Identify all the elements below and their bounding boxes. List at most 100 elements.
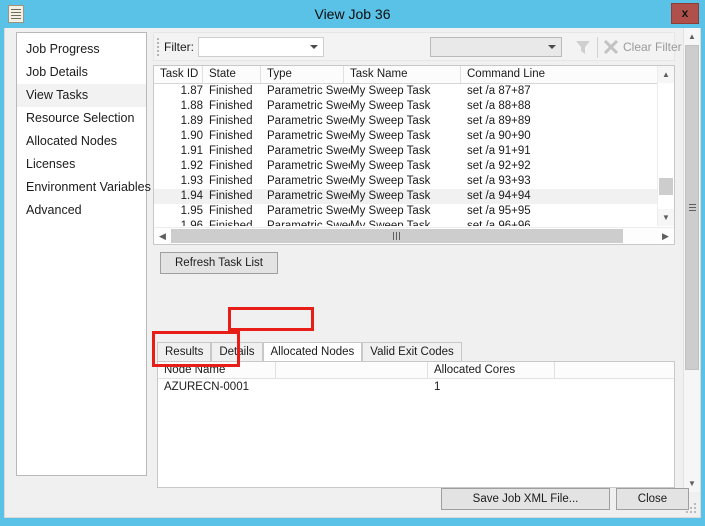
resize-grip[interactable] — [686, 503, 696, 513]
cell-allocated-cores: 1 — [434, 381, 441, 393]
save-job-xml-button[interactable]: Save Job XML File... — [441, 488, 610, 510]
scroll-left-icon[interactable]: ◀ — [154, 228, 171, 244]
table-row[interactable]: 1.95 Finished Parametric Sweep My Sweep … — [154, 204, 657, 219]
sidebar-item-advanced[interactable]: Advanced — [17, 199, 146, 222]
column-header-node-name[interactable]: Node Name — [158, 362, 276, 378]
cell-command-line: set /a 92+92 — [467, 160, 531, 172]
sidebar-item-environment-variables[interactable]: Environment Variables — [17, 176, 151, 199]
tab-allocated-nodes[interactable]: Allocated Nodes — [262, 342, 363, 361]
cell-type: Parametric Sweep — [267, 220, 350, 226]
table-row[interactable]: 1.87 Finished Parametric Sweep My Sweep … — [154, 84, 657, 99]
cell-command-line: set /a 93+93 — [467, 175, 531, 187]
dialog-scroll-thumb[interactable] — [685, 45, 699, 370]
filter-value-dropdown[interactable] — [430, 37, 562, 57]
cell-task-name: My Sweep Task — [350, 145, 431, 157]
task-table-body: 1.87 Finished Parametric Sweep My Sweep … — [154, 84, 657, 226]
scroll-down-icon[interactable]: ▼ — [658, 209, 674, 226]
dialog-vertical-scrollbar[interactable]: ▲ ▼ — [683, 28, 700, 492]
dialog-body: Job Progress Job Details View Tasks Reso… — [4, 28, 701, 518]
window-title: View Job 36 — [314, 6, 391, 22]
table-row[interactable]: 1.93 Finished Parametric Sweep My Sweep … — [154, 174, 657, 189]
cell-state: Finished — [209, 100, 253, 112]
node-table-row[interactable]: AZURECN-0001 1 — [158, 379, 674, 395]
cell-command-line: set /a 88+88 — [467, 100, 531, 112]
vertical-scroll-thumb[interactable] — [659, 178, 673, 195]
cell-state: Finished — [209, 160, 253, 172]
filter-toolbar: Filter: Clear Filter — [153, 32, 682, 61]
cell-state: Finished — [209, 175, 253, 187]
sidebar-item-resource-selection[interactable]: Resource Selection — [17, 107, 146, 130]
tab-results[interactable]: Results — [157, 342, 212, 361]
title-bar: View Job 36 x — [0, 0, 705, 28]
cell-type: Parametric Sweep — [267, 115, 350, 127]
allocated-nodes-panel: Node Name Allocated Cores AZURECN-0001 1 — [157, 361, 675, 488]
cell-task-name: My Sweep Task — [350, 220, 431, 226]
cell-state: Finished — [209, 220, 253, 226]
cell-state: Finished — [209, 205, 253, 217]
detail-tab-bar: Results Details Allocated Nodes Valid Ex… — [157, 342, 462, 361]
filter-field-dropdown[interactable] — [198, 37, 324, 57]
sidebar-item-job-details[interactable]: Job Details — [17, 61, 146, 84]
close-button[interactable]: Close — [616, 488, 689, 510]
cell-task-name: My Sweep Task — [350, 100, 431, 112]
content-pane: Filter: Clear Filter Task ID State Type … — [153, 32, 682, 492]
cell-task-name: My Sweep Task — [350, 205, 431, 217]
cell-state: Finished — [209, 85, 253, 97]
cell-command-line: set /a 95+95 — [467, 205, 531, 217]
cell-task-name: My Sweep Task — [350, 160, 431, 172]
horizontal-scroll-thumb[interactable] — [171, 229, 623, 243]
table-row[interactable]: 1.91 Finished Parametric Sweep My Sweep … — [154, 144, 657, 159]
sidebar-item-allocated-nodes[interactable]: Allocated Nodes — [17, 130, 146, 153]
funnel-icon[interactable] — [572, 37, 594, 58]
column-header-task-id[interactable]: Task ID — [154, 66, 203, 83]
cell-type: Parametric Sweep — [267, 175, 350, 187]
sidebar-item-view-tasks[interactable]: View Tasks — [17, 84, 146, 107]
table-row[interactable]: 1.89 Finished Parametric Sweep My Sweep … — [154, 114, 657, 129]
toolbar-drag-handle[interactable] — [157, 38, 160, 57]
cell-command-line: set /a 94+94 — [467, 190, 531, 202]
table-row[interactable]: 1.88 Finished Parametric Sweep My Sweep … — [154, 99, 657, 114]
cell-command-line: set /a 89+89 — [467, 115, 531, 127]
scroll-right-icon[interactable]: ▶ — [657, 228, 674, 244]
scroll-up-icon[interactable]: ▲ — [658, 66, 674, 83]
column-header-task-name[interactable]: Task Name — [344, 66, 461, 83]
tab-valid-exit-codes[interactable]: Valid Exit Codes — [362, 342, 462, 361]
table-row[interactable]: 1.96 Finished Parametric Sweep My Sweep … — [154, 219, 657, 226]
task-list-vertical-scrollbar[interactable]: ▲ ▼ — [657, 66, 674, 226]
scroll-up-icon[interactable]: ▲ — [684, 28, 700, 45]
view-job-dialog: View Job 36 x Job Progress Job Details V… — [0, 0, 705, 526]
task-list-horizontal-scrollbar[interactable]: ◀ ▶ — [154, 227, 674, 244]
table-row[interactable]: 1.92 Finished Parametric Sweep My Sweep … — [154, 159, 657, 174]
table-row-selected[interactable]: 1.94 Finished Parametric Sweep My Sweep … — [154, 189, 657, 204]
cell-task-name: My Sweep Task — [350, 115, 431, 127]
column-header-blank-2[interactable] — [555, 362, 674, 378]
filter-label: Filter: — [164, 40, 194, 54]
cell-command-line: set /a 96+96 — [467, 220, 531, 226]
column-header-blank-1[interactable] — [276, 362, 428, 378]
cell-type: Parametric Sweep — [267, 85, 350, 97]
sidebar-item-licenses[interactable]: Licenses — [17, 153, 146, 176]
column-header-allocated-cores[interactable]: Allocated Cores — [428, 362, 555, 378]
node-table-header: Node Name Allocated Cores — [158, 362, 674, 379]
column-header-command-line[interactable]: Command Line — [461, 66, 659, 83]
clear-filter-label: Clear Filter — [623, 40, 682, 54]
cell-state: Finished — [209, 115, 253, 127]
cell-type: Parametric Sweep — [267, 100, 350, 112]
sidebar-item-job-progress[interactable]: Job Progress — [17, 38, 146, 61]
refresh-task-list-button[interactable]: Refresh Task List — [160, 252, 278, 274]
cell-task-name: My Sweep Task — [350, 130, 431, 142]
cell-state: Finished — [209, 190, 253, 202]
cell-command-line: set /a 87+87 — [467, 85, 531, 97]
x-icon — [603, 39, 619, 55]
window-close-button[interactable]: x — [671, 3, 699, 24]
cell-type: Parametric Sweep — [267, 160, 350, 172]
cell-state: Finished — [209, 130, 253, 142]
cell-task-name: My Sweep Task — [350, 85, 431, 97]
cell-type: Parametric Sweep — [267, 145, 350, 157]
cell-type: Parametric Sweep — [267, 130, 350, 142]
column-header-state[interactable]: State — [203, 66, 261, 83]
table-row[interactable]: 1.90 Finished Parametric Sweep My Sweep … — [154, 129, 657, 144]
cell-task-name: My Sweep Task — [350, 190, 431, 202]
column-header-type[interactable]: Type — [261, 66, 344, 83]
tab-details[interactable]: Details — [211, 342, 263, 361]
